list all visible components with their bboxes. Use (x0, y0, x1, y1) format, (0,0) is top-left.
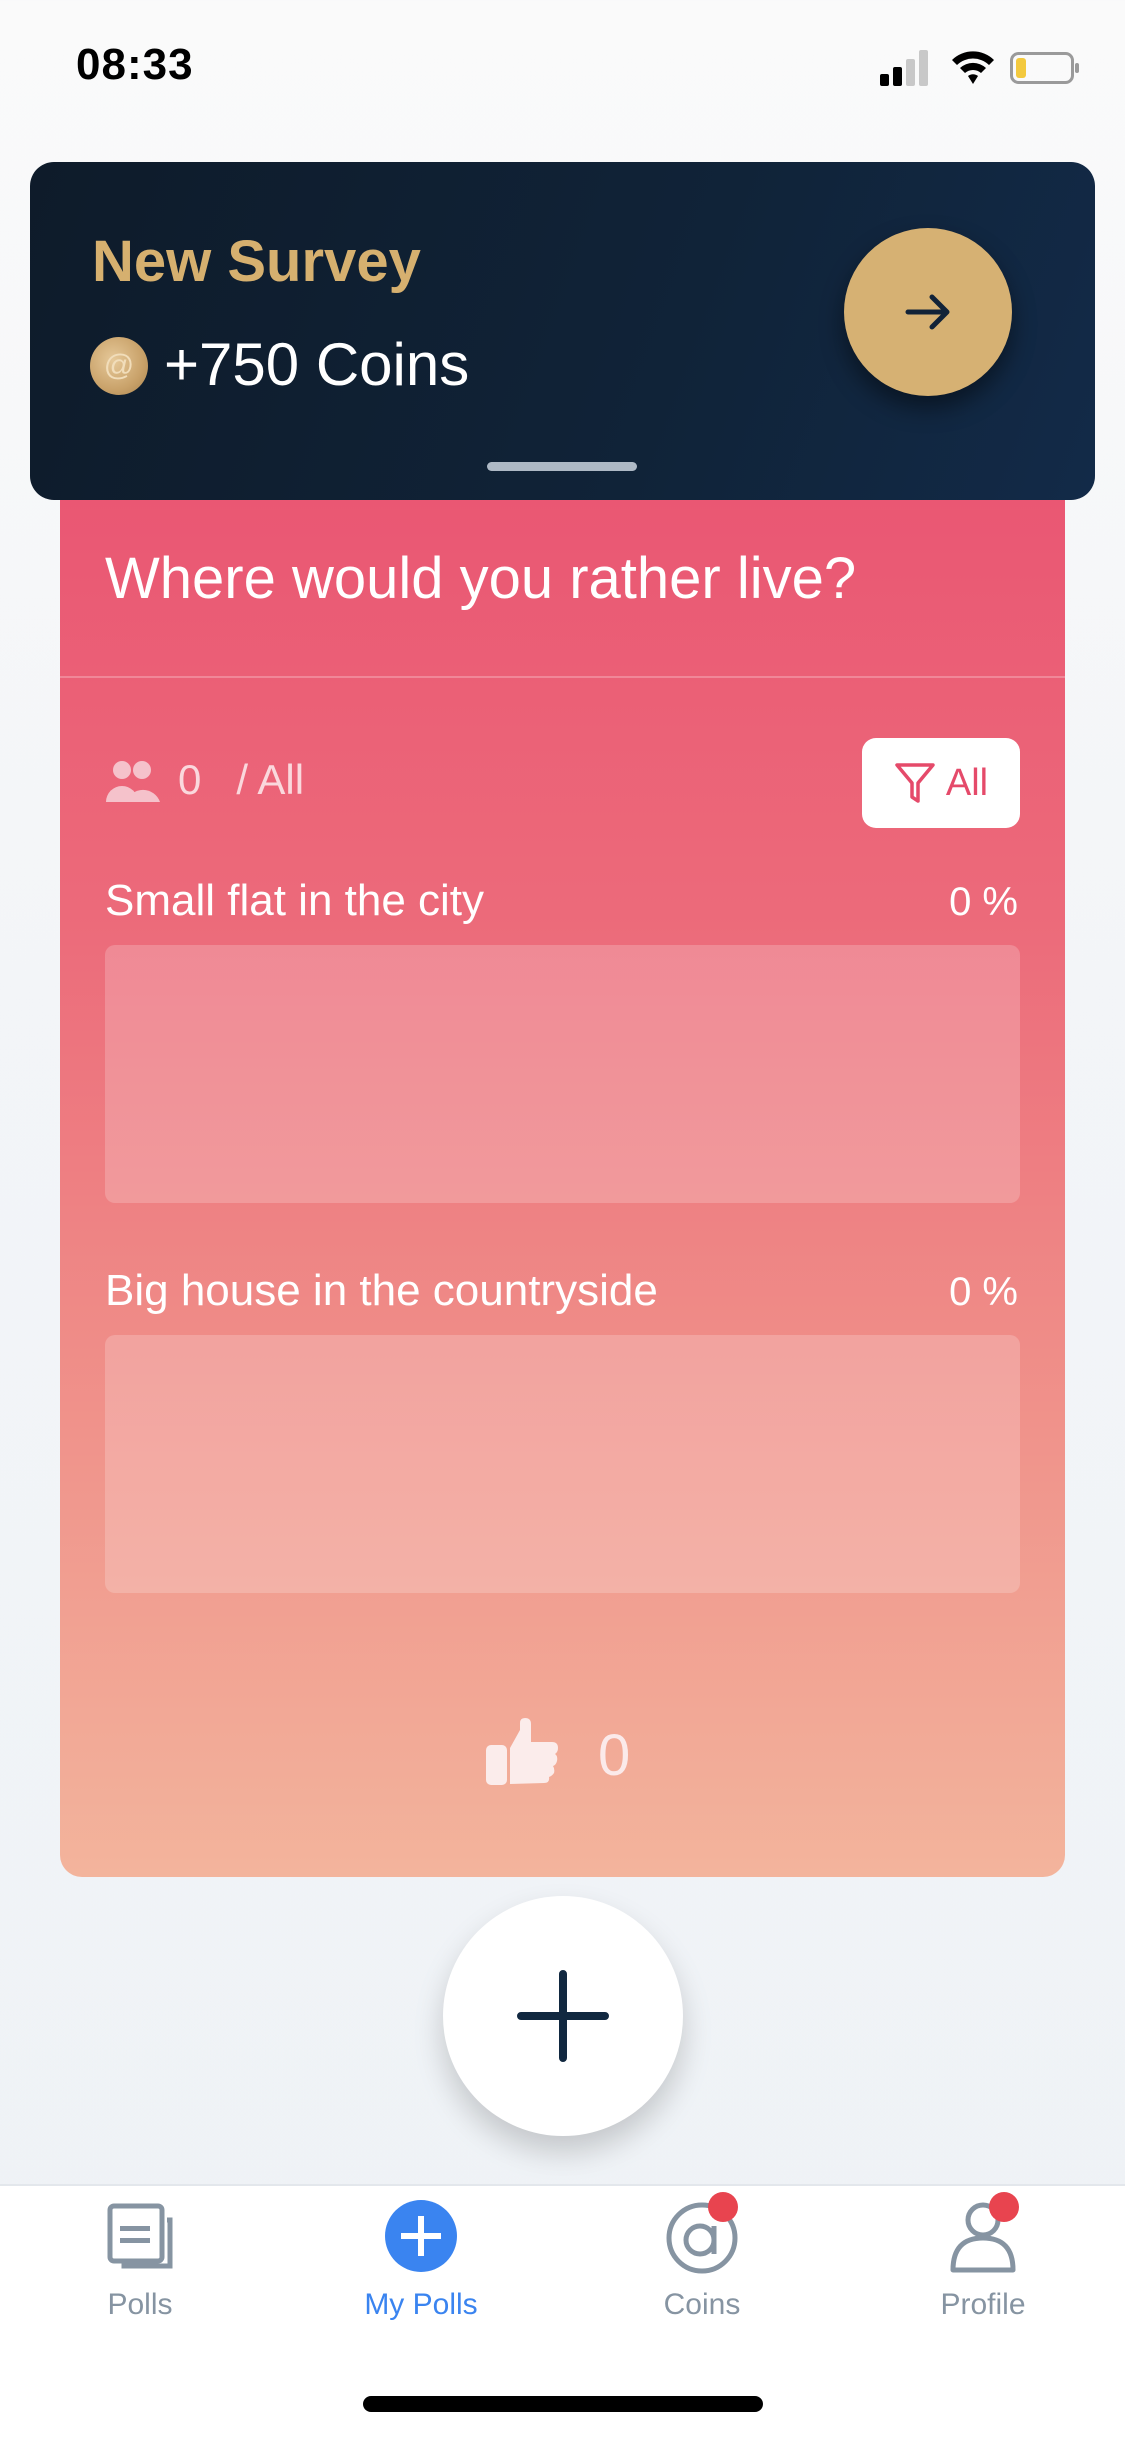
filter-label: All (945, 761, 989, 804)
drag-handle[interactable] (487, 462, 637, 471)
banner-reward: +750 Coins (164, 331, 470, 398)
notification-badge (989, 2192, 1019, 2222)
filter-icon (895, 763, 935, 803)
polls-icon (107, 2203, 173, 2269)
voters-number: 0 (178, 756, 202, 803)
voters-count: 0 / All (178, 756, 304, 804)
add-circle-icon (385, 2200, 457, 2272)
poll-question: Where would you rather live? (105, 546, 857, 611)
tab-coins[interactable]: Coins (602, 2192, 802, 2346)
arrow-right-icon (905, 294, 950, 330)
home-indicator[interactable] (363, 2396, 763, 2412)
status-time: 08:33 (76, 40, 194, 89)
tab-profile[interactable]: Profile (883, 2192, 1083, 2346)
option-label: Big house in the countryside (105, 1266, 658, 1315)
coin-icon: @ (90, 337, 148, 395)
option-label: Small flat in the city (105, 876, 485, 925)
tab-label: Polls (107, 2288, 173, 2321)
option-percent: 0 % (949, 880, 1018, 924)
option-percent: 0 % (949, 1270, 1018, 1314)
thumbs-up-icon[interactable] (486, 1718, 560, 1786)
likes-count: 0 (598, 1723, 631, 1788)
tab-label: Coins (663, 2288, 741, 2321)
voters-scope: / All (236, 756, 305, 803)
users-icon (106, 761, 160, 802)
tab-polls[interactable]: Polls (40, 2196, 240, 2346)
signal-icon (880, 50, 928, 86)
tab-label: Profile (940, 2288, 1026, 2321)
divider (60, 676, 1065, 678)
plus-icon (517, 1970, 609, 2062)
add-poll-button[interactable] (443, 1896, 683, 2136)
filter-button[interactable]: All (862, 738, 1020, 828)
option-bar[interactable] (105, 1335, 1020, 1593)
wifi-icon (952, 51, 994, 84)
banner-go-button[interactable] (844, 228, 1012, 396)
tab-label: My Polls (364, 2288, 478, 2321)
notification-badge (708, 2192, 738, 2222)
banner-title: New Survey (92, 229, 421, 294)
battery-icon (1010, 52, 1079, 84)
option-bar[interactable] (105, 945, 1020, 1203)
tab-my-polls[interactable]: My Polls (321, 2196, 521, 2346)
